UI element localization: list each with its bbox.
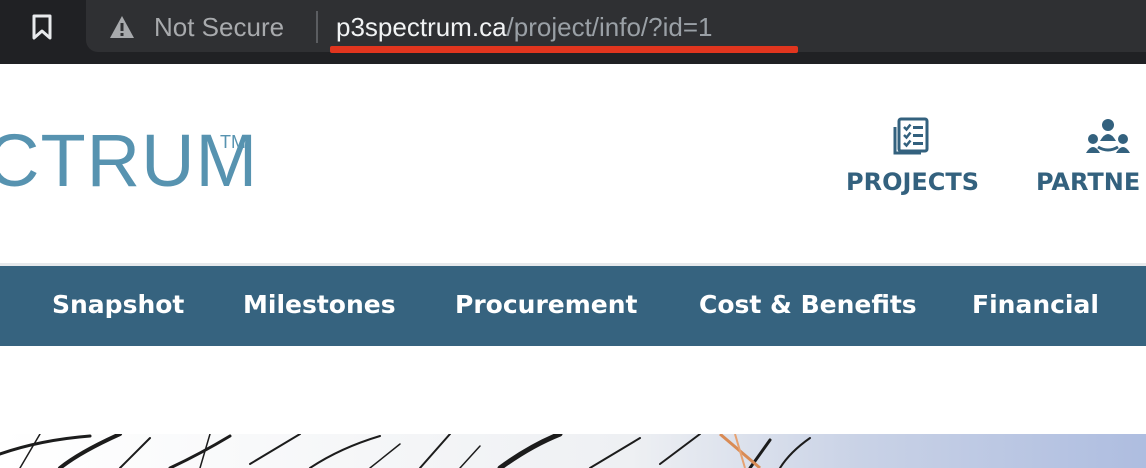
tab-snapshot[interactable]: Snapshot [52, 288, 184, 322]
bookmark-icon[interactable] [26, 10, 58, 44]
tab-procurement[interactable]: Procurement [455, 288, 637, 322]
site-logo[interactable]: CTRUM [0, 116, 258, 206]
browser-toolbar: Not Secure p3spectrum.ca/project/info/?i… [0, 0, 1146, 64]
warning-icon[interactable] [108, 14, 138, 42]
url-host: p3spectrum.ca [336, 12, 507, 42]
people-icon [1086, 119, 1130, 153]
nav-partners-label: PARTNE [1036, 168, 1141, 196]
nav-partners[interactable]: PARTNE [1036, 116, 1146, 198]
site-header: CTRUM TM PROJECTS PARTNE [0, 64, 1146, 264]
project-tab-bar: Snapshot Milestones Procurement Cost & B… [0, 266, 1146, 346]
url-text[interactable]: p3spectrum.ca/project/info/?id=1 [336, 10, 713, 44]
tab-cost-benefits[interactable]: Cost & Benefits [699, 288, 917, 322]
url-highlight-underline [330, 46, 798, 53]
tab-milestones[interactable]: Milestones [243, 288, 396, 322]
checklist-icon [893, 117, 929, 155]
logo-trademark: TM [220, 132, 246, 152]
omnibox-divider [316, 11, 318, 43]
tab-financial[interactable]: Financial [972, 288, 1099, 322]
security-status[interactable]: Not Secure [154, 10, 284, 44]
nav-projects[interactable]: PROJECTS [846, 116, 980, 198]
url-path: /project/info/?id=1 [506, 12, 713, 42]
hero-image [0, 434, 1146, 468]
nav-projects-label: PROJECTS [846, 168, 980, 196]
